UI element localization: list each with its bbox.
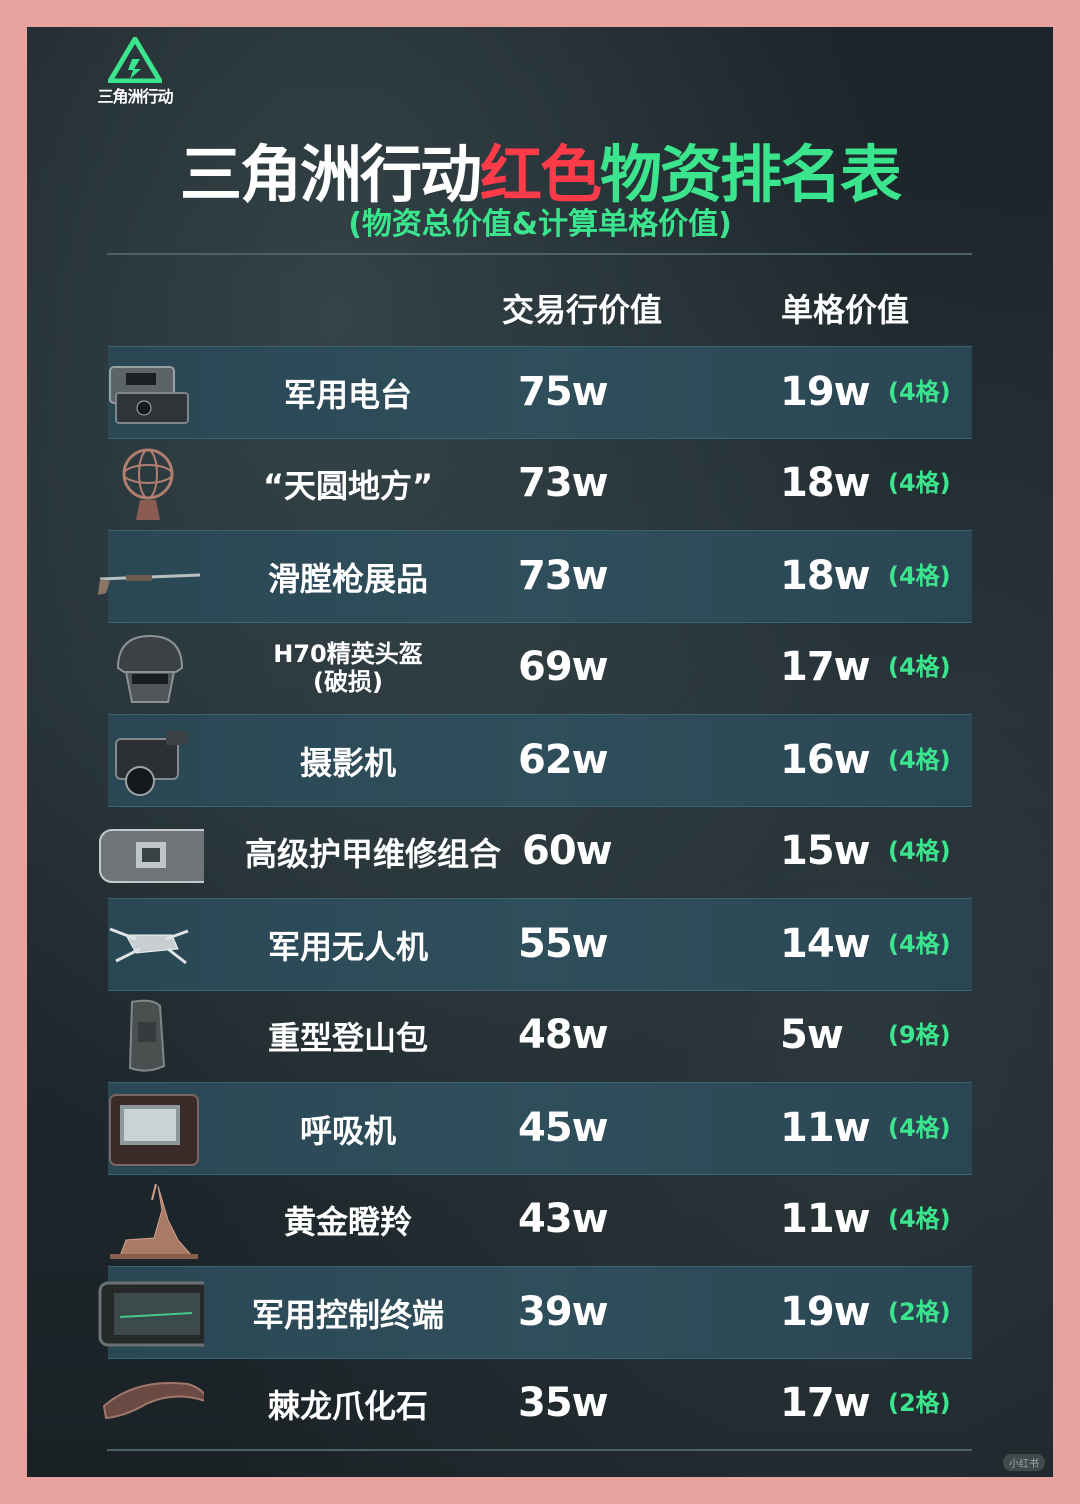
item-name: 摄影机 <box>299 743 396 782</box>
cell-value: 17w <box>780 1380 871 1426</box>
backpack-icon <box>128 999 166 1072</box>
slot-count: (4格) <box>888 469 951 497</box>
trade-value: 73w <box>518 553 609 599</box>
item-name: 军用电台 <box>283 375 412 414</box>
item-name: 高级护甲维修组合 <box>244 834 501 873</box>
header-cell-value: 单格价值 <box>781 291 910 329</box>
logo-text: 三角洲行动 <box>97 87 173 106</box>
table-row: 滑膛枪展品 73w 18w (4格) <box>98 530 972 623</box>
table-row: 摄影机 62w 16w (4格) <box>108 714 972 807</box>
cell-value: 5w <box>780 1012 844 1058</box>
slot-count: (4格) <box>888 1114 951 1142</box>
game-logo: 三角洲行动 <box>80 37 190 107</box>
armor-kit-icon <box>99 829 204 883</box>
item-name-line1: H70精英头盔 <box>273 639 423 668</box>
table-row: 军用控制终端 39w 19w (2格) <box>98 1266 972 1359</box>
item-name: 呼吸机 <box>299 1111 396 1150</box>
trade-value: 55w <box>518 921 609 967</box>
helmet-icon <box>116 634 184 703</box>
slot-count: (4格) <box>888 653 951 681</box>
drone-icon <box>109 927 189 965</box>
item-name-line2: (破损) <box>313 667 383 696</box>
slot-count: (4格) <box>888 930 951 958</box>
table-row: 呼吸机 45w 11w (4格) <box>108 1082 972 1175</box>
bottom-divider <box>107 1449 972 1451</box>
table-row: H70精英头盔 (破损) 69w 17w (4格) <box>108 622 972 713</box>
title-part-green: 物资排名表 <box>600 138 902 211</box>
item-name: 重型登山包 <box>267 1018 428 1057</box>
trade-value: 48w <box>518 1012 609 1058</box>
trade-value: 69w <box>518 644 609 690</box>
table-row: “天圆地方” 73w 18w (4格) <box>108 438 972 529</box>
ventilator-icon <box>109 1094 199 1166</box>
header-trade-value: 交易行价值 <box>502 291 663 329</box>
cell-value: 15w <box>780 828 871 874</box>
terminal-icon <box>98 1281 204 1347</box>
cell-value: 17w <box>780 644 871 690</box>
page-subtitle: (物资总价值&计算单格价值) <box>348 207 732 242</box>
item-name: 棘龙爪化石 <box>267 1386 428 1425</box>
triangle-logo-icon <box>108 37 162 83</box>
cell-value: 16w <box>780 737 871 783</box>
slot-count: (4格) <box>888 746 951 774</box>
slot-count: (2格) <box>888 1389 951 1417</box>
cell-value: 19w <box>780 1289 871 1335</box>
table-row: 军用无人机 55w 14w (4格) <box>108 898 972 991</box>
table-row: 军用电台 75w 19w (4格) <box>108 346 972 439</box>
trade-value: 43w <box>518 1196 609 1242</box>
ranking-poster: 三角洲行动 三角洲行动红色物资排名表 (物资总价值&计算单格价值) 交易行价值 … <box>27 27 1053 1477</box>
table-row: 棘龙爪化石 35w 17w (2格) <box>102 1358 972 1449</box>
slot-count: (4格) <box>888 378 951 406</box>
item-name: “天圆地方” <box>262 466 434 505</box>
trade-value: 62w <box>518 737 609 783</box>
item-name: 军用无人机 <box>267 927 428 966</box>
item-name: H70精英头盔 (破损) <box>208 622 488 713</box>
cell-value: 11w <box>780 1196 871 1242</box>
trade-value: 35w <box>518 1380 609 1426</box>
item-name: 黄金瞪羚 <box>283 1202 412 1241</box>
table-row: 重型登山包 48w 5w (9格) <box>108 990 972 1081</box>
radio-icon <box>109 366 189 424</box>
cell-value: 18w <box>780 553 871 599</box>
page-title: 三角洲行动红色物资排名表 <box>27 135 1053 215</box>
item-name: 军用控制终端 <box>251 1295 444 1334</box>
slot-count: (9格) <box>888 1021 951 1049</box>
table-row: 黄金瞪羚 43w 11w (4格) <box>108 1174 972 1265</box>
gazelle-icon <box>110 1183 198 1259</box>
armillary-sphere-icon <box>122 448 174 520</box>
trade-value: 75w <box>518 369 609 415</box>
slot-count: (4格) <box>888 562 951 590</box>
trade-value: 73w <box>518 460 609 506</box>
trade-value: 45w <box>518 1105 609 1151</box>
cell-value: 14w <box>780 921 871 967</box>
camera-icon <box>115 731 188 796</box>
musket-icon <box>98 573 201 595</box>
cell-value: 19w <box>780 369 871 415</box>
table-row: 高级护甲维修组合 60w 15w (4格) <box>99 806 972 897</box>
trade-value: 60w <box>522 828 613 874</box>
title-part-red: 红色 <box>479 138 602 211</box>
slot-count: (4格) <box>888 837 951 865</box>
slot-count: (2格) <box>888 1298 951 1326</box>
claw-fossil-icon <box>102 1381 204 1420</box>
trade-value: 39w <box>518 1289 609 1335</box>
slot-count: (4格) <box>888 1205 951 1233</box>
title-part-white: 三角洲行动 <box>179 138 482 211</box>
item-name: 滑膛枪展品 <box>267 559 428 598</box>
cell-value: 18w <box>780 460 871 506</box>
watermark: 小红书 <box>1003 1454 1045 1471</box>
title-divider <box>107 253 972 255</box>
cell-value: 11w <box>780 1105 871 1151</box>
